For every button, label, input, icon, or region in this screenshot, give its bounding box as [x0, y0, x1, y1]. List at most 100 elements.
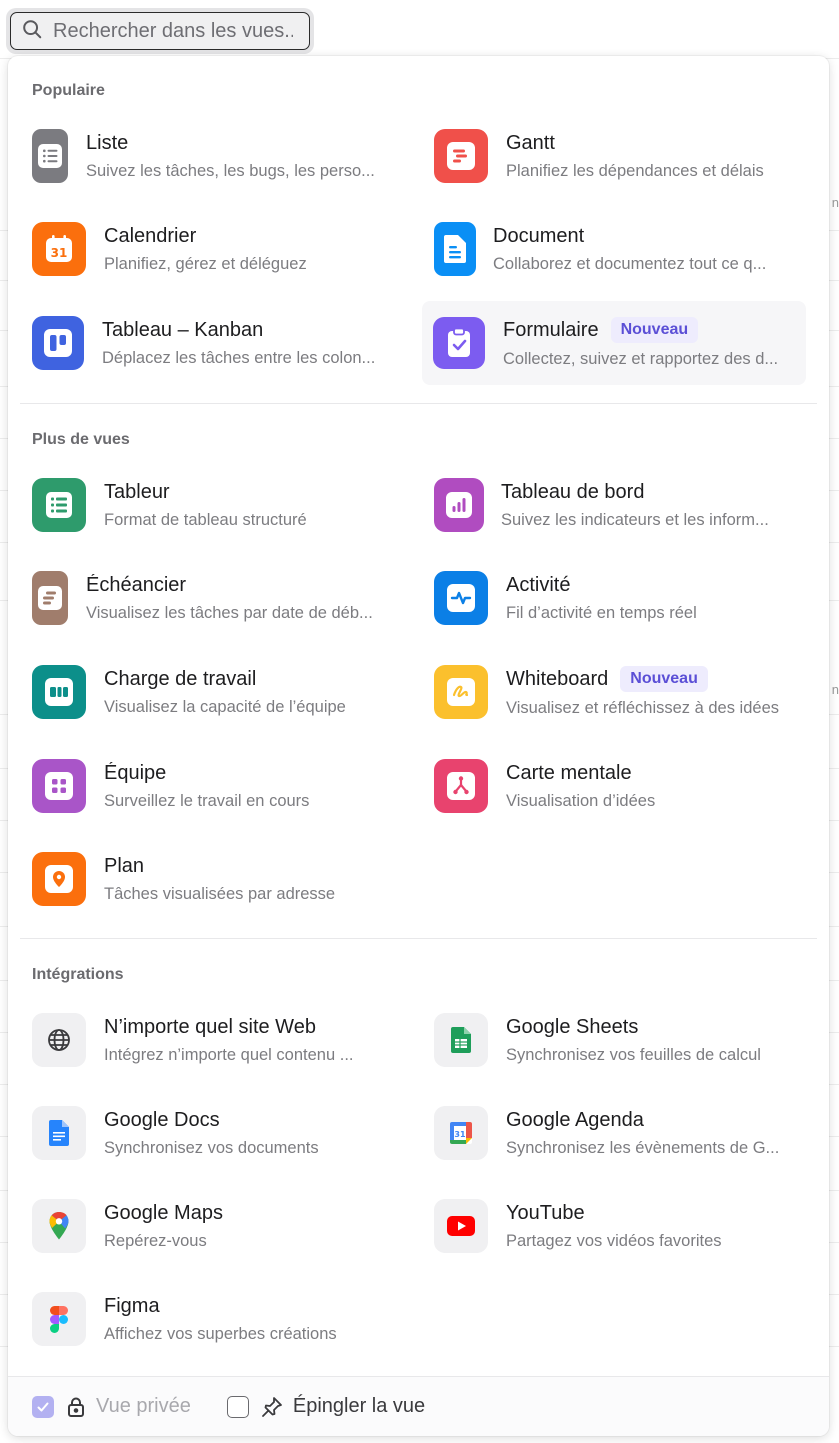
- search-icon: [21, 18, 43, 45]
- view-title: Whiteboard: [506, 667, 609, 690]
- spreadsheet-icon: [32, 478, 86, 532]
- pin-view-checkbox[interactable]: [226, 1395, 249, 1418]
- view-description: Tâches visualisées par adresse: [104, 884, 336, 903]
- svg-text:31: 31: [454, 1130, 466, 1139]
- view-description: Planifiez, gérez et déléguez: [104, 254, 307, 273]
- view-title: Tableur: [104, 480, 170, 503]
- view-item-list[interactable]: Liste Suivez les tâches, les bugs, les p…: [32, 116, 412, 196]
- map-pin-icon: [32, 852, 86, 906]
- view-description: Suivez les tâches, les bugs, les perso..…: [86, 161, 375, 180]
- view-item-workload[interactable]: Charge de travail Visualisez la capacité…: [32, 652, 412, 732]
- view-title: Google Agenda: [506, 1108, 644, 1131]
- view-title: Figma: [104, 1294, 160, 1317]
- google-maps-icon: [32, 1199, 86, 1253]
- document-icon: [434, 222, 476, 276]
- search-input[interactable]: [53, 19, 293, 43]
- google-docs-icon: [32, 1106, 86, 1160]
- view-item-form[interactable]: Formulaire Nouveau Collectez, suivez et …: [422, 301, 806, 385]
- integration-item-youtube[interactable]: YouTube Partagez vos vidéos favorites: [434, 1186, 814, 1266]
- panel-footer: Vue privée Épingler la vue: [8, 1376, 829, 1436]
- view-description: Repérez-vous: [104, 1231, 207, 1250]
- view-title: Calendrier: [104, 224, 197, 247]
- background-text-fragment: n: [831, 195, 839, 210]
- view-description: Synchronisez vos documents: [104, 1138, 319, 1157]
- form-icon: [433, 317, 485, 369]
- view-item-calendar[interactable]: 31 Calendrier Planifiez, gérez et délégu…: [32, 209, 412, 289]
- pin-view-label: Épingler la vue: [292, 1395, 426, 1417]
- lock-icon: [66, 1396, 86, 1418]
- view-item-map[interactable]: Plan Tâches visualisées par adresse: [32, 839, 412, 919]
- view-title: Formulaire: [503, 318, 599, 341]
- integration-item-google-calendar[interactable]: 31 Google Agenda Synchronisez les évènem…: [434, 1093, 814, 1173]
- view-title: Équipe: [104, 761, 167, 784]
- view-title: Tableau de bord: [501, 480, 645, 503]
- view-description: Visualisez les tâches par date de déb...: [86, 603, 373, 622]
- view-title: Charge de travail: [104, 667, 257, 690]
- view-description: Synchronisez vos feuilles de calcul: [506, 1045, 761, 1064]
- section-divider: [20, 403, 817, 404]
- dashboard-icon: [434, 478, 484, 532]
- view-item-gantt[interactable]: Gantt Planifiez les dépendances et délai…: [434, 116, 814, 196]
- view-item-whiteboard[interactable]: Whiteboard Nouveau Visualisez et réfléch…: [434, 652, 814, 732]
- view-item-activity[interactable]: Activité Fil d’activité en temps réel: [434, 558, 814, 638]
- integration-item-google-maps[interactable]: Google Maps Repérez-vous: [32, 1186, 412, 1266]
- view-title: Échéancier: [86, 573, 187, 596]
- workload-icon: [32, 665, 86, 719]
- private-view-label: Vue privée: [96, 1395, 191, 1417]
- section-title-integrations: Intégrations: [32, 966, 124, 983]
- view-title: Plan: [104, 854, 145, 877]
- view-description: Visualisez et réfléchissez à des idées: [506, 699, 780, 717]
- view-title: N’importe quel site Web: [104, 1015, 316, 1038]
- view-description: Partagez vos vidéos favorites: [506, 1231, 722, 1250]
- view-title: Google Sheets: [506, 1015, 639, 1038]
- team-icon: [32, 759, 86, 813]
- view-description: Synchronisez les évènements de G...: [506, 1138, 780, 1157]
- view-description: Déplacez les tâches entre les colon...: [102, 348, 376, 367]
- whiteboard-icon: [434, 665, 488, 719]
- view-description: Surveillez le travail en cours: [104, 791, 310, 810]
- view-title: Google Docs: [104, 1108, 220, 1131]
- new-badge: Nouveau: [620, 666, 708, 692]
- view-description: Suivez les indicateurs et les inform...: [501, 510, 769, 529]
- view-description: Collectez, suivez et rapportez des d...: [503, 350, 779, 368]
- view-description: Fil d’activité en temps réel: [506, 603, 697, 622]
- integration-item-any-website[interactable]: N’importe quel site Web Intégrez n’impor…: [32, 1000, 412, 1080]
- view-picker-panel: Populaire Liste Suivez les tâches, les b…: [8, 56, 829, 1436]
- integration-item-google-sheets[interactable]: Google Sheets Synchronisez vos feuilles …: [434, 1000, 814, 1080]
- view-item-document[interactable]: Document Collaborez et documentez tout c…: [434, 209, 814, 289]
- section-title-more-views: Plus de vues: [32, 431, 130, 448]
- activity-icon: [434, 571, 488, 625]
- view-description: Planifiez les dépendances et délais: [506, 161, 764, 180]
- integration-item-google-docs[interactable]: Google Docs Synchronisez vos documents: [32, 1093, 412, 1173]
- kanban-icon: [32, 316, 84, 370]
- view-title: Google Maps: [104, 1201, 223, 1224]
- view-item-spreadsheet[interactable]: Tableur Format de tableau structuré: [32, 465, 412, 545]
- view-description: Visualisation d’idées: [506, 791, 656, 810]
- new-badge: Nouveau: [610, 317, 699, 343]
- globe-icon: [32, 1013, 86, 1067]
- section-title-popular: Populaire: [32, 82, 105, 99]
- calendar-icon: 31: [32, 222, 86, 276]
- search-bar: [6, 8, 314, 54]
- private-view-checkbox[interactable]: [32, 1395, 54, 1418]
- view-title: Liste: [86, 131, 129, 154]
- view-title: Carte mentale: [506, 761, 632, 784]
- view-title: Activité: [506, 573, 571, 596]
- google-calendar-icon: 31: [434, 1106, 488, 1160]
- view-description: Affichez vos superbes créations: [104, 1324, 337, 1343]
- background-text-fragment: n: [831, 682, 839, 697]
- view-item-dashboard[interactable]: Tableau de bord Suivez les indicateurs e…: [434, 465, 814, 545]
- timeline-icon: [32, 571, 68, 625]
- youtube-icon: [434, 1199, 488, 1253]
- view-item-timeline[interactable]: Échéancier Visualisez les tâches par dat…: [32, 558, 412, 638]
- view-item-kanban[interactable]: Tableau – Kanban Déplacez les tâches ent…: [32, 303, 412, 383]
- search-field[interactable]: [10, 12, 310, 50]
- view-title: Gantt: [506, 131, 555, 154]
- integration-item-figma[interactable]: Figma Affichez vos superbes créations: [32, 1279, 412, 1359]
- view-description: Format de tableau structuré: [104, 510, 307, 529]
- view-description: Visualisez la capacité de l’équipe: [104, 697, 346, 716]
- view-item-team[interactable]: Équipe Surveillez le travail en cours: [32, 746, 412, 826]
- view-item-mindmap[interactable]: Carte mentale Visualisation d’idées: [434, 746, 814, 826]
- view-title: YouTube: [506, 1201, 585, 1224]
- view-description: Collaborez et documentez tout ce q...: [493, 254, 767, 273]
